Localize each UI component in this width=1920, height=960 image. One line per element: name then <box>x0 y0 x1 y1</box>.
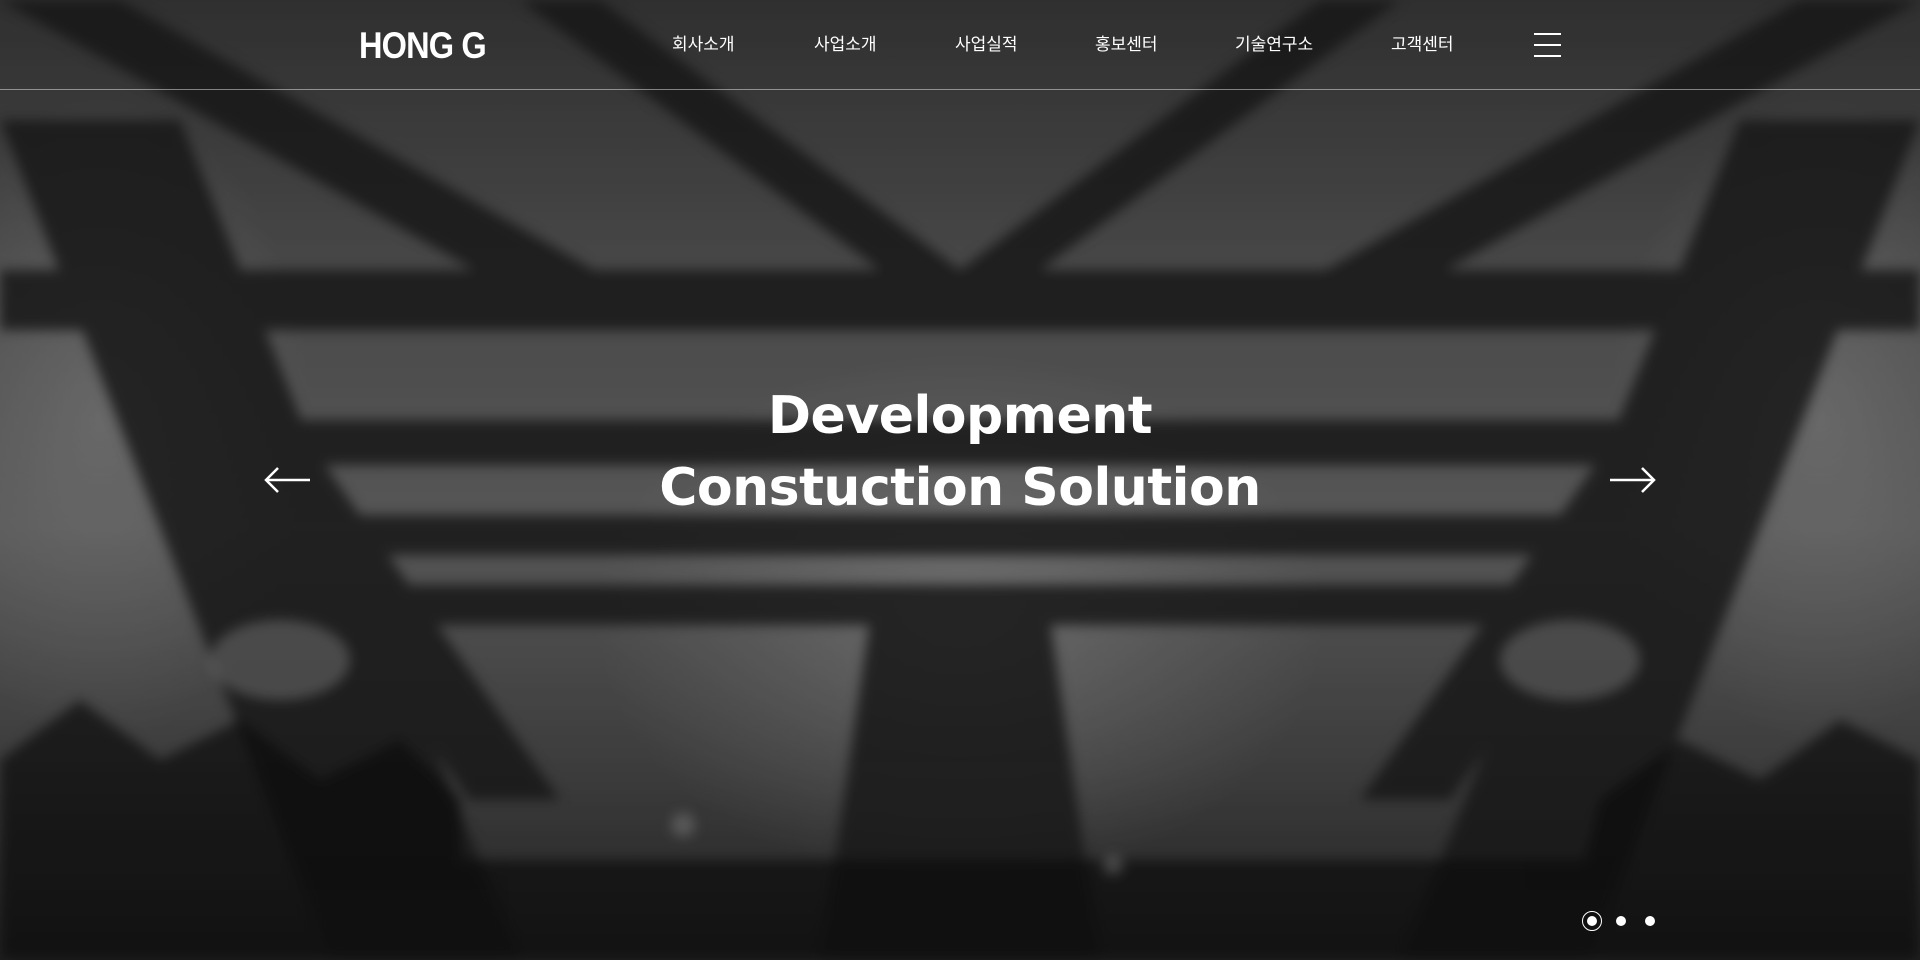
nav-item-customer-center[interactable]: 고객센터 <box>1391 32 1454 58</box>
hero-headline-line1: Development <box>767 386 1153 446</box>
hero-headline-line2: Constuction Solution <box>659 458 1261 518</box>
nav-item-research-lab[interactable]: 기술연구소 <box>1235 32 1313 58</box>
site-header: HONG G 회사소개 사업소개 사업실적 홍보센터 기술연구소 고객센터 <box>0 0 1920 90</box>
nav-item-performance[interactable]: 사업실적 <box>955 32 1018 58</box>
hero-headline: Development Constuction Solution <box>560 380 1360 524</box>
arrow-left-icon[interactable] <box>264 462 312 498</box>
arrow-right-icon[interactable] <box>1608 462 1656 498</box>
hero-section: HONG G 회사소개 사업소개 사업실적 홍보센터 기술연구소 고객센터 De… <box>0 0 1920 960</box>
nav-item-business[interactable]: 사업소개 <box>814 32 877 58</box>
slider-dot-3[interactable] <box>1645 916 1655 926</box>
hamburger-menu-icon[interactable] <box>1534 33 1561 57</box>
nav-item-company[interactable]: 회사소개 <box>672 32 735 58</box>
nav-item-pr-center[interactable]: 홍보센터 <box>1095 32 1158 58</box>
site-logo[interactable]: HONG G <box>359 24 487 68</box>
slider-dot-2[interactable] <box>1616 916 1626 926</box>
slider-dot-1[interactable] <box>1582 911 1602 931</box>
